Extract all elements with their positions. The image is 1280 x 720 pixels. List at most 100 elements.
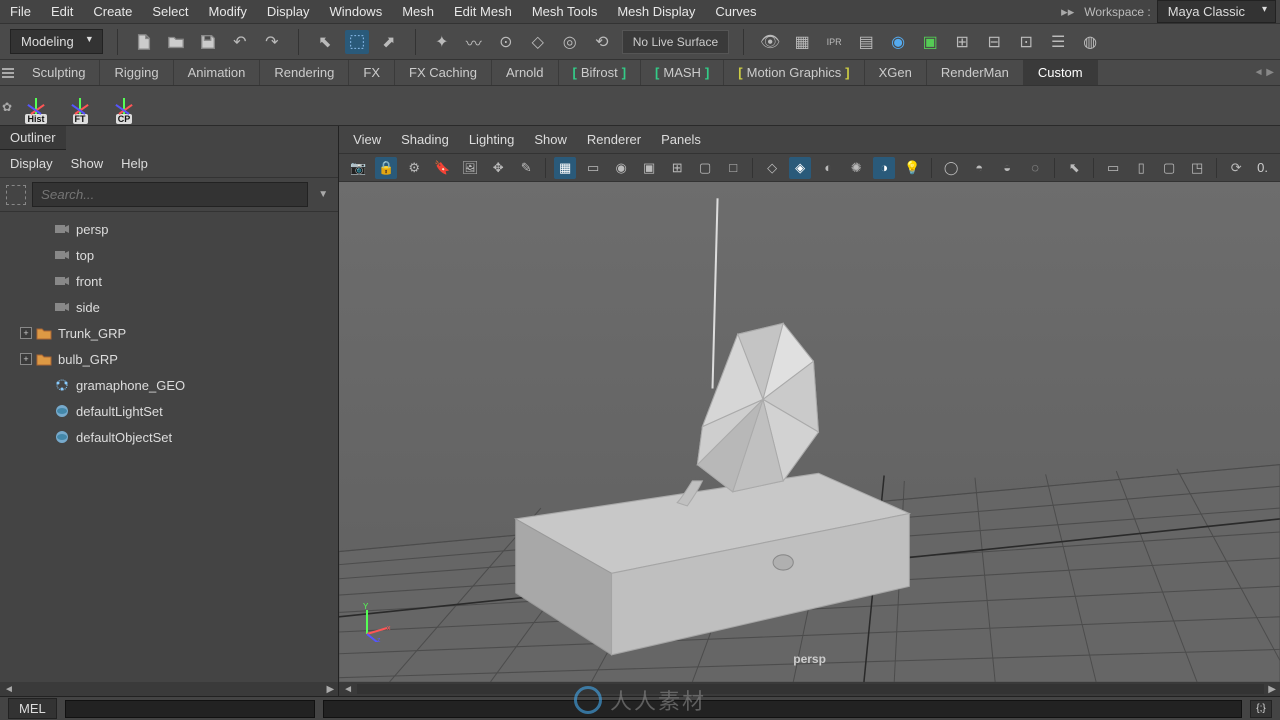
grease-pencil-icon[interactable]: ✎ <box>515 157 537 179</box>
lasso-tool-icon[interactable] <box>345 30 369 54</box>
vp-menu-renderer[interactable]: Renderer <box>587 132 641 147</box>
outliner-search-input[interactable] <box>32 182 308 207</box>
camera-select-icon[interactable]: 📷 <box>347 157 369 179</box>
render-view-icon[interactable]: 👁 <box>758 30 782 54</box>
view-transform-icon[interactable]: ▢ <box>1158 157 1180 179</box>
shelf-tab-animation[interactable]: Animation <box>174 60 261 85</box>
save-scene-icon[interactable] <box>196 30 220 54</box>
script-language-button[interactable]: MEL <box>8 698 57 719</box>
film-gate-icon[interactable]: ▭ <box>582 157 604 179</box>
vp-menu-shading[interactable]: Shading <box>401 132 449 147</box>
xray-icon[interactable]: ◓ <box>968 157 990 179</box>
shadows-icon[interactable]: ◑ <box>873 157 895 179</box>
outliner-item-bulb_GRP[interactable]: +bulb_GRP <box>0 346 338 372</box>
redo-icon[interactable]: ↷ <box>260 30 284 54</box>
expand-icon[interactable]: + <box>20 353 32 365</box>
render-frame-icon[interactable]: ▦ <box>790 30 814 54</box>
render-settings-icon[interactable]: ▤ <box>854 30 878 54</box>
shaded-icon[interactable]: ◈ <box>789 157 811 179</box>
camera-attr-icon[interactable]: ⚙ <box>403 157 425 179</box>
shelf-tab-mash[interactable]: MASH <box>641 60 724 85</box>
shelf-tab-fx-caching[interactable]: FX Caching <box>395 60 492 85</box>
shelf-tab-rigging[interactable]: Rigging <box>100 60 173 85</box>
script-editor-icon[interactable]: {;} <box>1250 700 1272 718</box>
wireframe-icon[interactable]: ◇ <box>761 157 783 179</box>
isolate-icon[interactable]: ◯ <box>940 157 962 179</box>
outliner-filter-icon[interactable] <box>6 185 26 205</box>
viewport-canvas[interactable]: Y x z persp <box>339 182 1280 682</box>
shelf-button-cp[interactable]: CP <box>106 88 142 124</box>
shelf-tab-arnold[interactable]: Arnold <box>492 60 559 85</box>
outliner-title[interactable]: Outliner <box>0 126 66 150</box>
menu-windows[interactable]: Windows <box>319 1 392 22</box>
outliner-item-top[interactable]: top <box>0 242 338 268</box>
snap-curve-icon[interactable]: 〰 <box>462 30 486 54</box>
panel-layout3-icon[interactable]: ⊡ <box>1014 30 1038 54</box>
panel-layout-icon[interactable]: ⊞ <box>950 30 974 54</box>
vp-menu-view[interactable]: View <box>353 132 381 147</box>
outliner-item-side[interactable]: side <box>0 294 338 320</box>
outliner-search-dropdown-icon[interactable]: ▼ <box>314 189 332 200</box>
shelf-tab-renderman[interactable]: RenderMan <box>927 60 1024 85</box>
menu-mesh-tools[interactable]: Mesh Tools <box>522 1 608 22</box>
shelf-button-hist[interactable]: Hist <box>18 88 54 124</box>
shelf-tab-motion-graphics[interactable]: Motion Graphics <box>724 60 864 85</box>
new-scene-icon[interactable] <box>132 30 156 54</box>
light-editor-icon[interactable]: ▣ <box>918 30 942 54</box>
outliner-tree[interactable]: persptopfrontside+Trunk_GRP+bulb_GRPgram… <box>0 212 338 682</box>
bookmark-icon[interactable]: 🔖 <box>431 157 453 179</box>
module-dropdown[interactable]: Modeling <box>10 29 103 54</box>
safe-action-icon[interactable]: ▢ <box>694 157 716 179</box>
panel-layout2-icon[interactable]: ⊟ <box>982 30 1006 54</box>
menu-curves[interactable]: Curves <box>705 1 766 22</box>
outliner-menu-help[interactable]: Help <box>121 156 148 171</box>
menu-display[interactable]: Display <box>257 1 320 22</box>
shelf-tab-fx[interactable]: FX <box>349 60 395 85</box>
snap-toggle-icon[interactable]: ⟲ <box>590 30 614 54</box>
live-surface-button[interactable]: No Live Surface <box>622 30 729 54</box>
open-scene-icon[interactable] <box>164 30 188 54</box>
camera-lock-icon[interactable]: 🔒 <box>375 157 397 179</box>
textured-icon[interactable]: ◐ <box>817 157 839 179</box>
command-input[interactable] <box>65 700 315 718</box>
menu-modify[interactable]: Modify <box>199 1 257 22</box>
select-tool-icon[interactable]: ⬉ <box>313 30 337 54</box>
menu-mesh-display[interactable]: Mesh Display <box>607 1 705 22</box>
shelf-tab-rendering[interactable]: Rendering <box>260 60 349 85</box>
outliner-item-persp[interactable]: persp <box>0 216 338 242</box>
vp-menu-show[interactable]: Show <box>534 132 567 147</box>
outliner-item-gramaphone_GEO[interactable]: gramaphone_GEO <box>0 372 338 398</box>
shelf-scroll-icon[interactable]: ◄ ▶ <box>1248 67 1280 78</box>
2d-pan-icon[interactable]: ✥ <box>487 157 509 179</box>
xray-joints-icon[interactable]: ◒ <box>996 157 1018 179</box>
menu-file[interactable]: File <box>0 1 41 22</box>
gate-mask-icon[interactable]: ▣ <box>638 157 660 179</box>
workspace-selector[interactable]: Maya Classic <box>1157 0 1276 23</box>
vp-menu-lighting[interactable]: Lighting <box>469 132 515 147</box>
safe-title-icon[interactable]: □ <box>722 157 744 179</box>
menu-select[interactable]: Select <box>142 1 198 22</box>
snap-plane-icon[interactable]: ◇ <box>526 30 550 54</box>
resolution-gate-icon[interactable]: ◉ <box>610 157 632 179</box>
menu-create[interactable]: Create <box>83 1 142 22</box>
exposure-icon[interactable]: ▭ <box>1102 157 1124 179</box>
light-bulb-icon[interactable]: 💡 <box>901 157 923 179</box>
motion-trail-icon[interactable]: ◌ <box>1024 157 1046 179</box>
menu-edit[interactable]: Edit <box>41 1 83 22</box>
outliner-item-Trunk_GRP[interactable]: +Trunk_GRP <box>0 320 338 346</box>
color-mgmt-icon[interactable]: ◳ <box>1186 157 1208 179</box>
shelf-tab-bifrost[interactable]: Bifrost <box>559 60 642 85</box>
undo-icon[interactable]: ↶ <box>228 30 252 54</box>
select-highlight-icon[interactable]: ⬉ <box>1063 157 1085 179</box>
use-lights-icon[interactable]: ✺ <box>845 157 867 179</box>
shelf-menu-icon[interactable] <box>2 66 16 80</box>
image-plane-icon[interactable]: 🖼 <box>459 157 481 179</box>
paint-select-icon[interactable]: ⬈ <box>377 30 401 54</box>
grid-icon[interactable]: ▦ <box>554 157 576 179</box>
viewport-hscroll[interactable]: ◄▶ <box>339 682 1280 696</box>
outliner-menu-show[interactable]: Show <box>71 156 104 171</box>
field-chart-icon[interactable]: ⊞ <box>666 157 688 179</box>
vp-menu-panels[interactable]: Panels <box>661 132 701 147</box>
outliner-item-front[interactable]: front <box>0 268 338 294</box>
shelf-tab-sculpting[interactable]: Sculpting <box>18 60 100 85</box>
